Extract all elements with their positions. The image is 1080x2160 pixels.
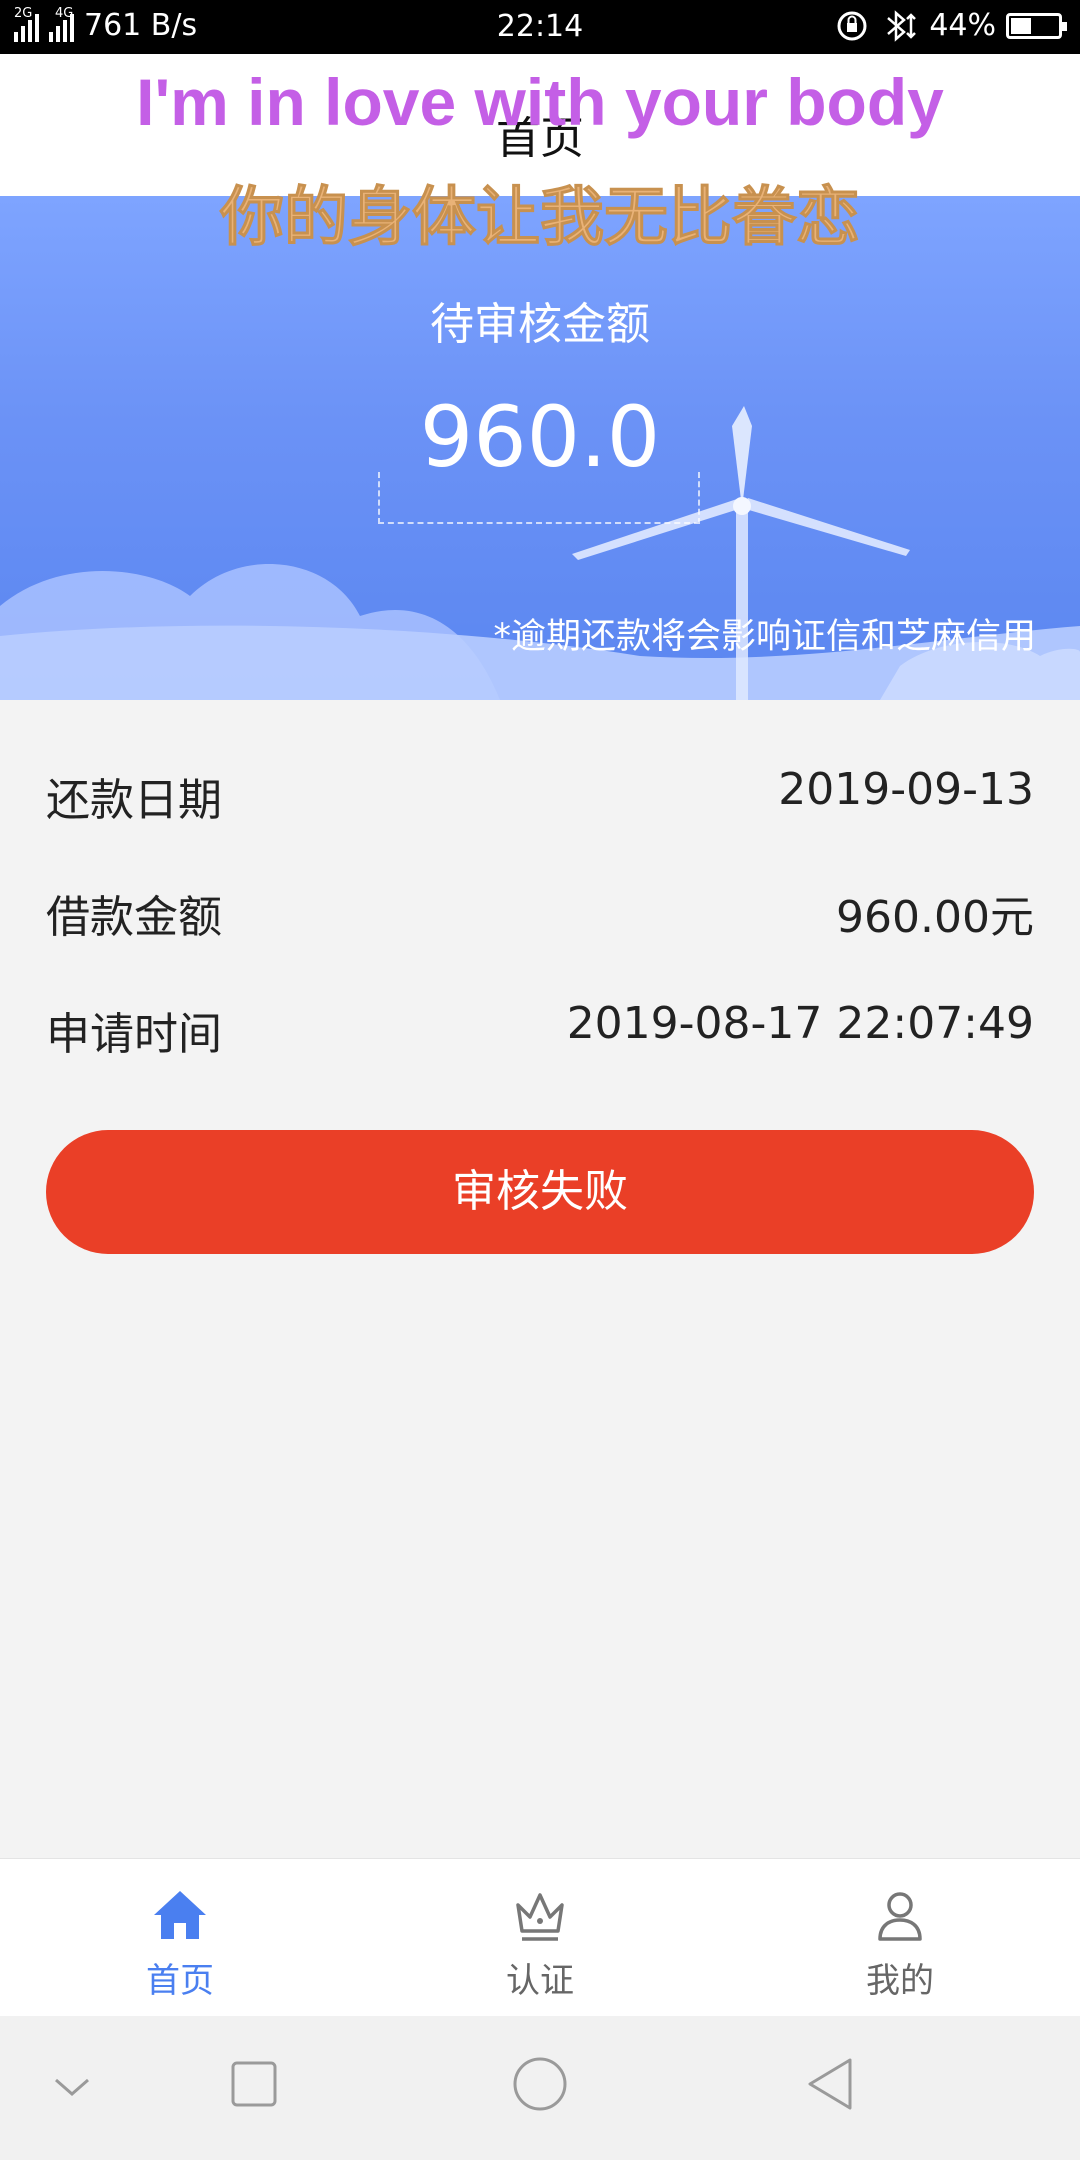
tab-label: 首页 [146, 1961, 214, 2001]
info-label: 还款日期 [46, 775, 222, 826]
battery-icon [1006, 12, 1067, 39]
info-label: 申请时间 [46, 1009, 222, 1060]
crown-icon [516, 1893, 564, 1941]
info-row-application-time: 申请时间 2019-08-17 22:07:49 [46, 998, 1034, 1060]
amount-underline [378, 472, 700, 524]
info-value: 2019-09-13 [778, 764, 1034, 815]
battery-percent: 44% [929, 8, 996, 43]
chevron-down-icon[interactable] [52, 2072, 92, 2102]
info-value: 960.00元 [836, 892, 1034, 943]
info-label: 借款金额 [46, 892, 222, 943]
pending-amount-label: 待审核金额 [430, 299, 650, 350]
recent-apps-icon[interactable] [230, 2060, 278, 2108]
review-status-button[interactable]: 审核失败 [46, 1130, 1034, 1254]
info-row-loan-amount: 借款金额 960.00元 [46, 881, 1034, 943]
tab-label: 我的 [866, 1961, 934, 2001]
tab-label: 认证 [506, 1961, 574, 2001]
status-bar-right: 44% [835, 8, 1067, 43]
tab-certification[interactable]: 认证 [360, 1859, 720, 2016]
home-icon [154, 1891, 206, 1939]
bottom-tab-bar: 首页 认证 我的 [0, 1858, 1080, 2016]
lyric-overlay-english: I'm in love with your body [136, 65, 944, 139]
info-value: 2019-08-17 22:07:49 [566, 998, 1034, 1049]
lyric-overlay-chinese: 你的身体让我无比眷恋 [220, 181, 861, 256]
status-bar: 2G 4G 761 B/s 22:14 44% [0, 0, 1080, 54]
rotation-lock-icon [837, 11, 867, 40]
tab-mine[interactable]: 我的 [720, 1859, 1080, 2016]
tab-home[interactable]: 首页 [0, 1859, 360, 2016]
back-icon[interactable] [804, 2056, 856, 2112]
amount-banner: 待审核金额 960.0 *逾期还款将会影响证信和芝麻信用 [0, 196, 1080, 700]
home-circle-icon[interactable] [512, 2056, 568, 2112]
battery-fill [1011, 17, 1032, 34]
system-nav-bar [0, 2016, 1080, 2160]
user-icon [878, 1892, 922, 1941]
info-row-repayment-date: 还款日期 2019-09-13 [46, 764, 1034, 826]
bluetooth-icon [887, 9, 917, 42]
overdue-notice: *逾期还款将会影响证信和芝麻信用 [493, 617, 1036, 657]
